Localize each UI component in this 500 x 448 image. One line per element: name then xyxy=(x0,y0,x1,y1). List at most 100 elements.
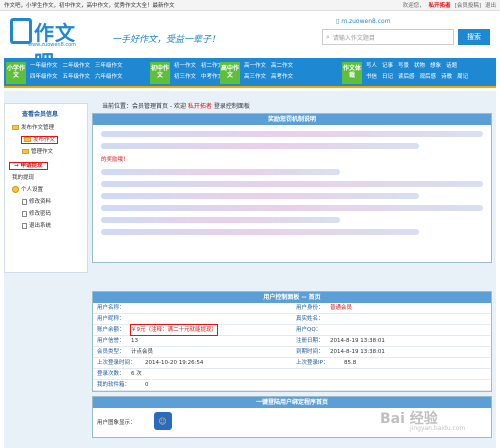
nav-link[interactable]: 五年级作文 xyxy=(63,74,91,80)
sidebar-item-logout[interactable]: 退出系统 xyxy=(8,220,84,232)
nav-link[interactable]: 日记 xyxy=(382,74,393,80)
sidebar-item-settings[interactable]: 个人设置 xyxy=(8,184,84,196)
nav-links-xiaoxue: 一年级作文 二年级作文 三年级作文 四年级作文 五年级作文 六年级作文 xyxy=(30,61,150,83)
table-row: 用户昵称： 真实姓名： xyxy=(93,314,491,325)
nav-tag-xiaoxue[interactable]: 小学作文 xyxy=(6,62,26,84)
sidebar-title[interactable]: 查看会员信息 xyxy=(22,109,84,118)
user-panel-title: 用户控制面板 -- 首页 xyxy=(93,292,491,303)
withdraw-highlight-box: → 申请提现 xyxy=(9,162,48,170)
folder-icon xyxy=(12,125,19,130)
blurred-text xyxy=(101,181,483,187)
nav-link[interactable]: 高一作文 xyxy=(244,63,266,69)
breadcrumb: 当前位置：会员管理首页 - 欢迎 私开拓者 登录控制面板 xyxy=(102,103,250,110)
blurred-text xyxy=(101,193,420,199)
info-key: 登录次数： xyxy=(97,371,125,377)
search-button[interactable]: 搜索 xyxy=(458,29,490,45)
table-row: 上次登录时间： 2014-10-20 19:26:54 上次登录IP： 85.8 xyxy=(93,358,491,369)
nav-link[interactable]: 六年级作文 xyxy=(95,74,123,80)
nav-link[interactable]: 高三作文 xyxy=(244,74,266,80)
nav-tag-ticai[interactable]: 作文体裁 xyxy=(342,62,362,84)
search-icon: ⌕ xyxy=(326,32,330,41)
info-key xyxy=(296,369,330,379)
avatar[interactable]: ☺ xyxy=(153,412,172,430)
nav-link[interactable]: 记事 xyxy=(382,63,393,69)
info-cell: 会员类型： 计点会员 xyxy=(93,347,292,357)
table-row: 账户余额： ￥9元（注释：满二十元就能提现） 用户QQ： xyxy=(93,324,491,336)
user-links: 欢迎您， 私开拓者 [会员投稿] 退出 xyxy=(403,1,496,9)
info-value: 0 xyxy=(145,382,149,388)
nav-link[interactable]: 三年级作文 xyxy=(95,63,123,69)
info-cell: 用户身份： 普通会员 xyxy=(292,303,491,313)
info-key: 上次登录时间： xyxy=(97,360,136,366)
folder-icon xyxy=(24,137,31,142)
info-value: 2014-8-19 13:38:01 xyxy=(330,349,385,355)
nav-link[interactable]: 话题 xyxy=(446,63,457,69)
balance-value: ￥9元（注释：满二十元就能提现） xyxy=(129,324,219,336)
nav-link[interactable]: 四年级作文 xyxy=(30,74,58,80)
info-value: 85.8 xyxy=(344,360,357,366)
main-nav: 小学作文 一年级作文 二年级作文 三年级作文 四年级作文 五年级作文 六年级作文 初中作… xyxy=(4,58,496,88)
nav-tag-gaozhong[interactable]: 高中作文 xyxy=(220,62,240,84)
info-cell: 注册日期： 2014-8-19 13:38:01 xyxy=(292,336,491,346)
mobile-site-link[interactable]: ▯ m.zuowen8.com xyxy=(336,18,391,25)
sidebar-item-withdraw-apply[interactable]: → 申请提现 xyxy=(8,160,84,172)
top-bar: 作文吧，小学生作文，初中作文，高中作文，优秀作文大全！最新作文 欢迎您， 私开拓… xyxy=(0,0,500,11)
nav-link[interactable]: 写人 xyxy=(366,63,377,69)
nav-tag-chuzhong[interactable]: 初中作文 xyxy=(150,62,170,84)
nav-link[interactable]: 状物 xyxy=(414,63,425,69)
sidebar-item-edit-profile[interactable]: 修改资料 xyxy=(8,196,84,208)
blurred-text xyxy=(101,205,483,211)
reward-panel: 奖励惩罚机制说明 的奖励哦！ xyxy=(92,113,492,263)
nav-link[interactable]: 想象 xyxy=(430,63,441,69)
nav-link[interactable]: 高二作文 xyxy=(271,63,293,69)
table-row: 登录次数： 6 次 xyxy=(93,369,491,380)
header: 作文吧 www.zuowen8.com 一手好作文，受益一辈子！ ▯ m.zuo… xyxy=(0,12,500,74)
nav-link[interactable]: 初三作文 xyxy=(174,74,196,80)
info-key: 注册日期： xyxy=(296,338,324,344)
nav-link[interactable]: 周记 xyxy=(457,74,468,80)
exit-link[interactable]: 退出 xyxy=(485,1,496,9)
info-cell: 我的软件箱： 0 xyxy=(93,380,292,390)
folder-icon xyxy=(22,149,29,154)
info-value: 2014-8-19 13:38:01 xyxy=(330,338,385,344)
site-tagline: 作文吧，小学生作文，初中作文，高中作文，优秀作文大全！最新作文 xyxy=(4,3,175,9)
nav-links-gaozhong: 高一作文 高二作文 高三作文 高考作文 xyxy=(244,61,340,83)
doc-icon xyxy=(22,222,27,229)
sidebar-item-publish[interactable]: 发布作文 xyxy=(8,134,84,146)
bind-panel-title: 一键登陆用户绑定程序首页 xyxy=(93,397,491,408)
info-value: 2014-10-20 19:26:54 xyxy=(145,360,204,366)
slogan: 一手好作文，受益一辈子！ xyxy=(112,35,221,45)
info-key: 用户QQ： xyxy=(296,327,322,333)
info-value: 普通会员 xyxy=(330,305,353,311)
sidebar-item-my-withdraw[interactable]: 我的提现 xyxy=(8,172,84,184)
nav-link[interactable]: 初一作文 xyxy=(174,63,196,69)
username-link[interactable]: 私开拓者 xyxy=(429,1,451,9)
nav-link[interactable]: 写景 xyxy=(398,63,409,69)
publish-highlight-box: 发布作文 xyxy=(20,136,59,144)
nav-link[interactable]: 诗歌 xyxy=(441,74,452,80)
info-cell: 上次登录时间： 2014-10-20 19:26:54 xyxy=(93,358,292,368)
nav-link[interactable]: 高考作文 xyxy=(271,74,293,80)
info-cell: 到期时间： 2014-8-19 13:38:01 xyxy=(292,347,491,357)
table-row: 我的软件箱： 0 xyxy=(93,380,491,391)
user-info-table: 用户名称： 用户身份： 普通会员 用户昵称： 真实姓名： 账户余额： ￥9元（注释：满二十元… xyxy=(93,303,491,391)
sidebar-item-edit-password[interactable]: 修改密码 xyxy=(8,208,84,220)
info-value: 6 次 xyxy=(131,371,142,377)
search-input[interactable]: ⌕ 请输入作文题目 xyxy=(322,29,454,45)
nav-link[interactable]: 二年级作文 xyxy=(63,63,91,69)
nav-link[interactable]: 读后感 xyxy=(398,74,415,80)
nav-link[interactable]: 书信 xyxy=(366,74,377,80)
site-logo[interactable]: 作文吧 www.zuowen8.com xyxy=(10,18,90,74)
logo-mark-icon xyxy=(10,18,32,44)
reward-note: 的奖励哦！ xyxy=(101,157,129,163)
doc-icon xyxy=(22,210,27,217)
nav-link[interactable]: 一年级作文 xyxy=(30,63,58,69)
member-submit-link[interactable]: [会员投稿] xyxy=(455,1,481,9)
blurred-text xyxy=(101,143,420,149)
sidebar-item-manage[interactable]: 管理作文 xyxy=(8,146,84,158)
info-cell xyxy=(292,369,491,379)
nav-link[interactable]: 观后感 xyxy=(420,74,437,80)
sidebar-item-publish-mgmt[interactable]: 发布作文管理 xyxy=(8,122,84,134)
logo-url: www.zuowen8.com xyxy=(28,42,77,48)
smile-icon xyxy=(12,186,19,193)
